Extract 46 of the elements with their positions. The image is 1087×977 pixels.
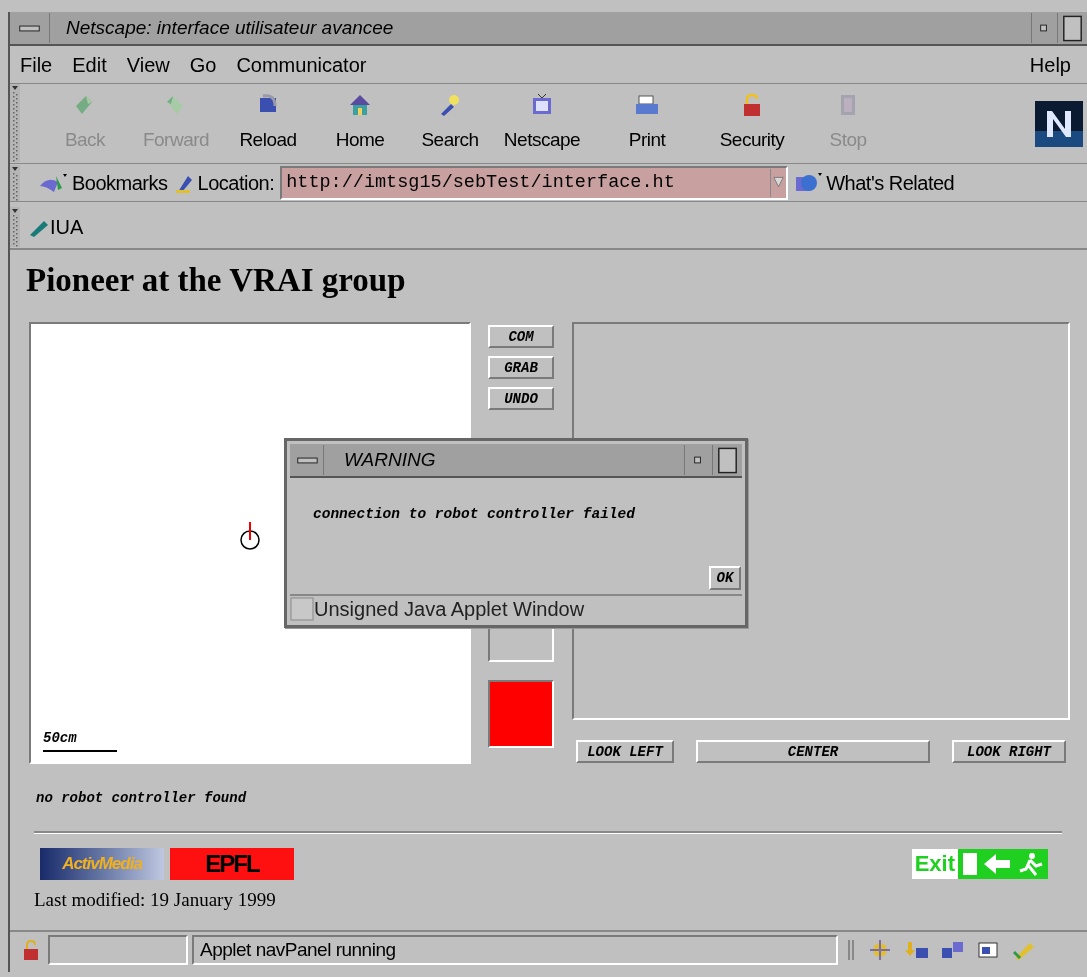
- bookmark-icon: [38, 171, 68, 194]
- bookmark-link[interactable]: IUA: [28, 212, 84, 242]
- page-heading: Pioneer at the VRAI group: [26, 261, 407, 300]
- toolbar-button[interactable]: Security: [704, 87, 800, 160]
- applet-button[interactable]: GRAB: [488, 356, 554, 379]
- menu-item[interactable]: File: [20, 49, 53, 80]
- scale-bar-icon: [43, 750, 117, 753]
- applet-button[interactable]: CENTER: [696, 740, 930, 763]
- menu-item[interactable]: Communicator: [236, 49, 367, 80]
- scale-label: 50cm: [43, 729, 77, 748]
- n-logo-icon[interactable]: [1035, 100, 1083, 147]
- toolbar-button[interactable]: Print: [590, 87, 704, 160]
- epfl-logo: EPFL: [170, 848, 294, 880]
- toolbar-grip-icon[interactable]: [10, 84, 20, 162]
- last-modified-text: Last modified: 19 January 1999: [34, 888, 277, 912]
- exit-sign-icon: [958, 849, 1048, 879]
- toolbar-button[interactable]: Search: [406, 87, 494, 160]
- applet-status-text: no robot controller found: [36, 789, 248, 808]
- menu-item[interactable]: Edit: [72, 49, 107, 80]
- applet-button[interactable]: LOOK LEFT: [576, 740, 674, 763]
- applet-button[interactable]: UNDO: [488, 387, 554, 410]
- toolbar-grip-icon[interactable]: [10, 207, 20, 247]
- applet-button[interactable]: COM: [488, 325, 554, 348]
- ok-button[interactable]: OK: [709, 566, 741, 590]
- menu-item[interactable]: View: [126, 49, 170, 80]
- dialog-title: WARNING: [344, 447, 437, 472]
- compass-icon[interactable]: [868, 938, 892, 962]
- toolbar-grip-icon[interactable]: [10, 164, 20, 201]
- menu-item[interactable]: Help: [1029, 49, 1071, 80]
- indicator-square: [488, 680, 554, 748]
- status-text: Applet navPanel running: [192, 935, 838, 965]
- dialog-message: connection to robot controller failed: [313, 505, 635, 524]
- activmedia-logo: ActivMedia: [40, 848, 164, 880]
- dialog-footer-text: Unsigned Java Applet Window: [314, 597, 585, 621]
- dropdown-caret-icon[interactable]: [770, 168, 787, 197]
- whats-related-button[interactable]: What's Related: [794, 167, 955, 198]
- toolbar-button[interactable]: Home: [314, 87, 406, 160]
- toolbar-grip-icon[interactable]: [846, 937, 856, 963]
- window-title: Netscape: interface utilisateur avancee: [66, 15, 395, 40]
- applet-button[interactable]: LOOK RIGHT: [952, 740, 1066, 763]
- location-label: Location:: [197, 170, 275, 196]
- menu-item[interactable]: Go: [189, 49, 217, 80]
- bookmarks-button[interactable]: Bookmarks: [38, 167, 168, 198]
- toolbar-button[interactable]: Reload: [222, 87, 314, 160]
- url-field[interactable]: http://imtsg15/sebTest/interface.ht: [280, 165, 789, 200]
- toolbar-button[interactable]: Netscape: [494, 87, 590, 160]
